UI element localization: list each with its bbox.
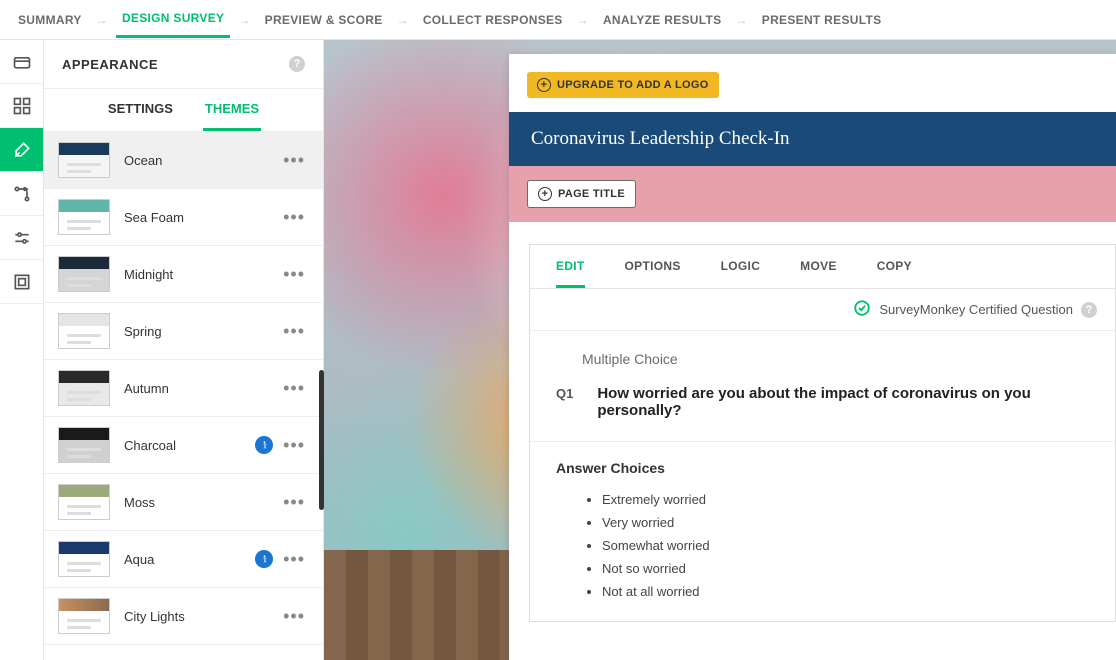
panel-tab[interactable]: THEMES bbox=[203, 89, 261, 131]
plus-icon: + bbox=[538, 187, 552, 201]
question-type[interactable]: Multiple Choice bbox=[582, 351, 1089, 367]
theme-item[interactable]: Spring••• bbox=[44, 303, 323, 360]
answer-section: Answer Choices Extremely worriedVery wor… bbox=[530, 441, 1115, 621]
certified-label: SurveyMonkey Certified Question bbox=[879, 302, 1073, 317]
question-tabs: EDIT OPTIONS LOGIC MOVE COPY bbox=[530, 245, 1115, 289]
theme-name: Aqua bbox=[124, 552, 255, 567]
nav-step[interactable]: PRESENT RESULTS bbox=[756, 3, 888, 37]
question-tab[interactable]: OPTIONS bbox=[625, 259, 681, 288]
theme-thumb bbox=[58, 598, 110, 634]
survey-title[interactable]: Coronavirus Leadership Check-In bbox=[509, 112, 1116, 166]
theme-item[interactable]: Moss••• bbox=[44, 474, 323, 531]
help-icon[interactable]: ? bbox=[289, 56, 305, 72]
upgrade-logo-button[interactable]: + UPGRADE TO ADD A LOGO bbox=[527, 72, 719, 98]
nav-step[interactable]: COLLECT RESPONSES bbox=[417, 3, 569, 37]
panel-subtabs: SETTINGS THEMES bbox=[44, 89, 323, 132]
theme-thumb bbox=[58, 541, 110, 577]
theme-thumb bbox=[58, 427, 110, 463]
plus-icon: + bbox=[537, 78, 551, 92]
arrow-icon: → bbox=[397, 13, 409, 27]
theme-thumb bbox=[58, 256, 110, 292]
nav-step[interactable]: DESIGN SURVEY bbox=[116, 1, 230, 38]
accessibility-icon bbox=[255, 436, 273, 454]
rail-style-icon[interactable] bbox=[0, 128, 43, 172]
preview-canvas: + UPGRADE TO ADD A LOGO Coronavirus Leade… bbox=[324, 40, 1116, 660]
check-icon bbox=[853, 299, 871, 320]
more-icon[interactable]: ••• bbox=[279, 321, 309, 342]
more-icon[interactable]: ••• bbox=[279, 606, 309, 627]
theme-thumb bbox=[58, 199, 110, 235]
theme-name: Moss bbox=[124, 495, 279, 510]
arrow-icon: → bbox=[238, 13, 250, 27]
arrow-icon: → bbox=[96, 13, 108, 27]
theme-name: Ocean bbox=[124, 153, 279, 168]
certified-row: SurveyMonkey Certified Question ? bbox=[530, 289, 1115, 331]
question-text[interactable]: How worried are you about the impact of … bbox=[597, 385, 1089, 419]
rail-bank-icon[interactable] bbox=[0, 40, 43, 84]
more-icon[interactable]: ••• bbox=[279, 150, 309, 171]
theme-name: Autumn bbox=[124, 381, 279, 396]
question-tab[interactable]: LOGIC bbox=[721, 259, 761, 288]
help-icon[interactable]: ? bbox=[1081, 302, 1097, 318]
theme-item[interactable]: Ocean••• bbox=[44, 132, 323, 189]
question-tab[interactable]: EDIT bbox=[556, 259, 585, 288]
answer-choice[interactable]: Not so worried bbox=[602, 557, 1089, 580]
rail-logic-icon[interactable] bbox=[0, 172, 43, 216]
more-icon[interactable]: ••• bbox=[279, 207, 309, 228]
theme-item[interactable]: Midnight••• bbox=[44, 246, 323, 303]
question-tab[interactable]: MOVE bbox=[800, 259, 837, 288]
theme-item[interactable]: Autumn••• bbox=[44, 360, 323, 417]
theme-name: Charcoal bbox=[124, 438, 255, 453]
accessibility-icon bbox=[255, 550, 273, 568]
theme-thumb bbox=[58, 313, 110, 349]
arrow-icon: → bbox=[735, 13, 747, 27]
rail-format-icon[interactable] bbox=[0, 260, 43, 304]
theme-item[interactable]: Charcoal ••• bbox=[44, 417, 323, 474]
nav-step[interactable]: PREVIEW & SCORE bbox=[259, 3, 389, 37]
more-icon[interactable]: ••• bbox=[279, 435, 309, 456]
theme-name: Sea Foam bbox=[124, 210, 279, 225]
more-icon[interactable]: ••• bbox=[279, 549, 309, 570]
theme-thumb bbox=[58, 142, 110, 178]
more-icon[interactable]: ••• bbox=[279, 378, 309, 399]
panel-title: APPEARANCE bbox=[62, 57, 158, 72]
theme-name: City Lights bbox=[124, 609, 279, 624]
answer-choice[interactable]: Very worried bbox=[602, 511, 1089, 534]
page-title-button[interactable]: + PAGE TITLE bbox=[527, 180, 636, 208]
theme-list: Ocean•••Sea Foam•••Midnight•••Spring•••A… bbox=[44, 132, 323, 660]
theme-item[interactable]: Aqua ••• bbox=[44, 531, 323, 588]
theme-thumb bbox=[58, 484, 110, 520]
answer-choice[interactable]: Not at all worried bbox=[602, 580, 1089, 603]
answer-list: Extremely worriedVery worriedSomewhat wo… bbox=[602, 488, 1089, 603]
more-icon[interactable]: ••• bbox=[279, 492, 309, 513]
theme-name: Spring bbox=[124, 324, 279, 339]
top-nav: SUMMARY → DESIGN SURVEY → PREVIEW & SCORE → CO… bbox=[0, 0, 1116, 40]
answer-choice[interactable]: Extremely worried bbox=[602, 488, 1089, 511]
theme-name: Midnight bbox=[124, 267, 279, 282]
question-card: EDIT OPTIONS LOGIC MOVE COPY SurveyMonkey Ce… bbox=[529, 244, 1116, 622]
rail-build-icon[interactable] bbox=[0, 84, 43, 128]
nav-step[interactable]: SUMMARY bbox=[12, 3, 88, 37]
theme-item[interactable]: City Lights••• bbox=[44, 588, 323, 645]
answer-choice[interactable]: Somewhat worried bbox=[602, 534, 1089, 557]
survey-page: + UPGRADE TO ADD A LOGO Coronavirus Leade… bbox=[509, 54, 1116, 660]
nav-step[interactable]: ANALYZE RESULTS bbox=[597, 3, 728, 37]
appearance-panel: APPEARANCE ? SETTINGSTHEMES Ocean•••Sea … bbox=[44, 40, 324, 660]
upgrade-label: UPGRADE TO ADD A LOGO bbox=[557, 79, 709, 91]
page-title-label: PAGE TITLE bbox=[558, 188, 625, 200]
arrow-icon: → bbox=[577, 13, 589, 27]
rail-options-icon[interactable] bbox=[0, 216, 43, 260]
answer-heading: Answer Choices bbox=[556, 460, 1089, 476]
theme-thumb bbox=[58, 370, 110, 406]
more-icon[interactable]: ••• bbox=[279, 264, 309, 285]
panel-tab[interactable]: SETTINGS bbox=[106, 89, 175, 131]
theme-item[interactable]: Sea Foam••• bbox=[44, 189, 323, 246]
left-rail bbox=[0, 40, 44, 660]
question-number: Q1 bbox=[556, 386, 573, 401]
question-tab[interactable]: COPY bbox=[877, 259, 912, 288]
